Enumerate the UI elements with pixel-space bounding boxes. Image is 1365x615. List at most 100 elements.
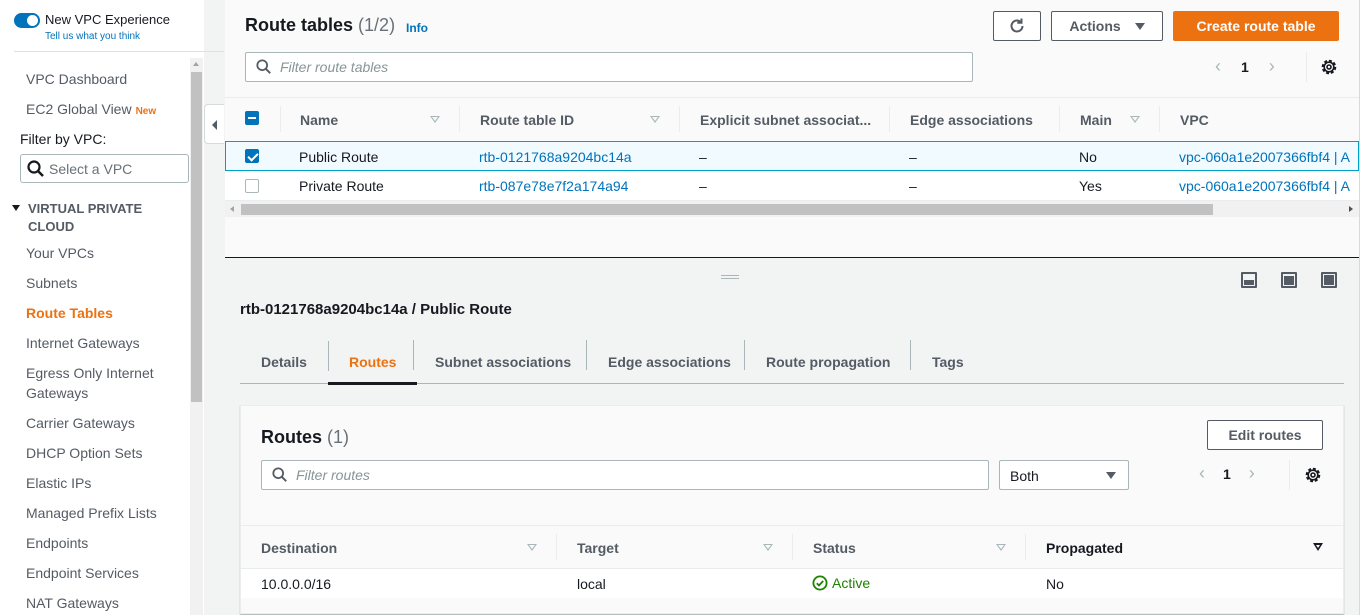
filter-by-vpc-label: Filter by VPC: [20, 131, 107, 147]
chevron-right-icon[interactable]: › [1269, 56, 1275, 77]
create-route-table-button[interactable]: Create route table [1173, 11, 1339, 41]
info-link[interactable]: Info [406, 21, 428, 35]
edit-routes-button[interactable]: Edit routes [1207, 420, 1323, 450]
sidebar-scrollbar[interactable] [190, 58, 203, 615]
cell-route-table-id-link[interactable]: rtb-087e78e7f2a174a94 [479, 178, 628, 194]
sort-icon[interactable] [650, 116, 660, 123]
status-success-icon [812, 575, 828, 591]
table-row[interactable]: Public Route rtb-0121768a9204bc14a – – N… [225, 141, 1359, 171]
collapse-sidebar-button[interactable] [204, 104, 224, 144]
column-header-propagated[interactable]: Propagated [1046, 540, 1123, 556]
filter-route-tables-input[interactable]: Filter route tables [245, 52, 973, 82]
sidebar-item-label: DHCP Option Sets [26, 445, 143, 461]
column-header-explicit-subnet-associations[interactable]: Explicit subnet associat... [700, 112, 871, 128]
actions-button[interactable]: Actions [1051, 11, 1163, 41]
cell-target: local [577, 576, 606, 592]
sort-icon[interactable] [996, 544, 1006, 551]
sidebar-item-elastic-ips[interactable]: Elastic IPs [26, 473, 91, 493]
table-row[interactable]: Private Route rtb-087e78e7f2a174a94 – – … [225, 171, 1359, 201]
new-experience-toggle[interactable] [14, 13, 40, 28]
scroll-left-arrow-icon[interactable] [230, 206, 234, 212]
sort-icon[interactable] [1130, 116, 1140, 123]
tab-tags[interactable]: Tags [911, 339, 985, 384]
tab-label: Subnet associations [435, 353, 572, 370]
column-header-name[interactable]: Name [300, 112, 338, 128]
tab-edge-associations[interactable]: Edge associations [587, 339, 752, 384]
sort-icon[interactable] [763, 544, 773, 551]
current-page[interactable]: 1 [1223, 466, 1231, 482]
sidebar-item-endpoints[interactable]: Endpoints [26, 533, 88, 553]
horizontal-scrollbar[interactable] [225, 201, 1359, 217]
chevron-right-icon[interactable]: › [1249, 463, 1255, 484]
routes-container: Routes (1) Edit routes Filter routes Bot… [240, 405, 1344, 614]
sidebar-item-label: EC2 Global View [26, 101, 132, 117]
cell-vpc-link[interactable]: vpc-060a1e2007366fbf4 | A [1179, 149, 1350, 165]
column-header-destination[interactable]: Destination [261, 540, 337, 556]
chevron-left-icon[interactable]: ‹ [1199, 463, 1205, 484]
sidebar-item-subnets[interactable]: Subnets [26, 273, 77, 293]
select-all-checkbox[interactable] [245, 111, 259, 125]
sidebar-item-endpoint-services[interactable]: Endpoint Services [26, 563, 139, 583]
column-header-vpc[interactable]: VPC [1180, 112, 1209, 128]
tab-label: Tags [932, 353, 964, 370]
settings-gear-icon[interactable] [1304, 466, 1322, 484]
scrollbar-thumb[interactable] [191, 72, 202, 402]
sidebar-item-label: Endpoint Services [26, 565, 139, 581]
cell-route-table-id-link[interactable]: rtb-0121768a9204bc14a [479, 149, 632, 165]
sidebar-item-nat-gateways[interactable]: NAT Gateways [26, 593, 119, 613]
sidebar-item-managed-prefix-lists[interactable]: Managed Prefix Lists [26, 503, 157, 523]
route-type-select[interactable]: Both [999, 460, 1129, 490]
tab-route-propagation[interactable]: Route propagation [745, 339, 911, 384]
sidebar-item-vpc-dashboard[interactable]: VPC Dashboard [26, 69, 127, 89]
sidebar-item-ec2-global-view[interactable]: EC2 Global View New [26, 99, 156, 122]
panel-fullscreen-icon[interactable] [1321, 272, 1337, 288]
refresh-button[interactable] [993, 11, 1041, 41]
vpc-select[interactable]: Select a VPC [20, 154, 189, 183]
routes-title: Routes (1) [261, 427, 349, 448]
tab-details[interactable]: Details [240, 339, 328, 384]
feedback-link[interactable]: Tell us what you think [45, 31, 140, 42]
current-page[interactable]: 1 [1241, 59, 1249, 75]
scroll-up-arrow-icon[interactable] [193, 62, 199, 66]
panel-top-icon[interactable] [1281, 272, 1297, 288]
caret-down-icon [1106, 472, 1116, 479]
settings-gear-icon[interactable] [1320, 58, 1338, 76]
panel-bottom-icon[interactable] [1241, 272, 1257, 288]
routes-header-row: Destination Target Status Propagated [241, 525, 1343, 568]
sidebar-item-egress-only-internet-gateways[interactable]: Egress Only Internet Gateways [26, 363, 154, 403]
column-header-target[interactable]: Target [577, 540, 619, 556]
resize-handle[interactable] [721, 275, 739, 279]
scrollbar-thumb[interactable] [241, 204, 1213, 215]
sort-icon[interactable] [527, 544, 537, 551]
sidebar-item-label: Subnets [26, 275, 78, 291]
scroll-right-arrow-icon[interactable] [1349, 206, 1353, 212]
section-virtual-private-cloud[interactable]: VIRTUAL PRIVATE CLOUD [12, 200, 182, 234]
vpc-console: New VPC Experience Tell us what you thin… [0, 0, 1365, 615]
column-header-status[interactable]: Status [813, 540, 856, 556]
sort-descending-icon[interactable] [1313, 543, 1323, 551]
column-header-edge-associations[interactable]: Edge associations [910, 112, 1033, 128]
sidebar-item-internet-gateways[interactable]: Internet Gateways [26, 333, 140, 353]
tab-subnet-associations[interactable]: Subnet associations [414, 339, 592, 384]
routes-count: (1) [327, 427, 350, 447]
tab-routes[interactable]: Routes [328, 339, 418, 385]
row-checkbox[interactable] [245, 149, 259, 163]
column-header-main[interactable]: Main [1080, 112, 1112, 128]
sort-icon[interactable] [430, 116, 440, 123]
cell-edge-associations: – [909, 178, 917, 194]
column-divider [459, 106, 460, 132]
sidebar-item-your-vpcs[interactable]: Your VPCs [26, 243, 94, 263]
column-header-route-table-id[interactable]: Route table ID [480, 112, 574, 128]
filter-routes-input[interactable]: Filter routes [261, 460, 989, 490]
edit-routes-label: Edit routes [1228, 427, 1302, 443]
sidebar-item-label: Egress Only Internet [26, 365, 154, 381]
sidebar-item-dhcp-option-sets[interactable]: DHCP Option Sets [26, 443, 142, 463]
chevron-left-icon[interactable]: ‹ [1215, 56, 1221, 77]
sidebar-item-carrier-gateways[interactable]: Carrier Gateways [26, 413, 135, 433]
cell-vpc-link[interactable]: vpc-060a1e2007366fbf4 | A [1179, 178, 1350, 194]
row-checkbox[interactable] [245, 179, 259, 193]
column-divider [1159, 106, 1160, 132]
tab-label: Details [261, 353, 307, 370]
sidebar-item-route-tables[interactable]: Route Tables [26, 303, 113, 323]
routes-pagination: ‹ 1 › [1199, 463, 1255, 484]
